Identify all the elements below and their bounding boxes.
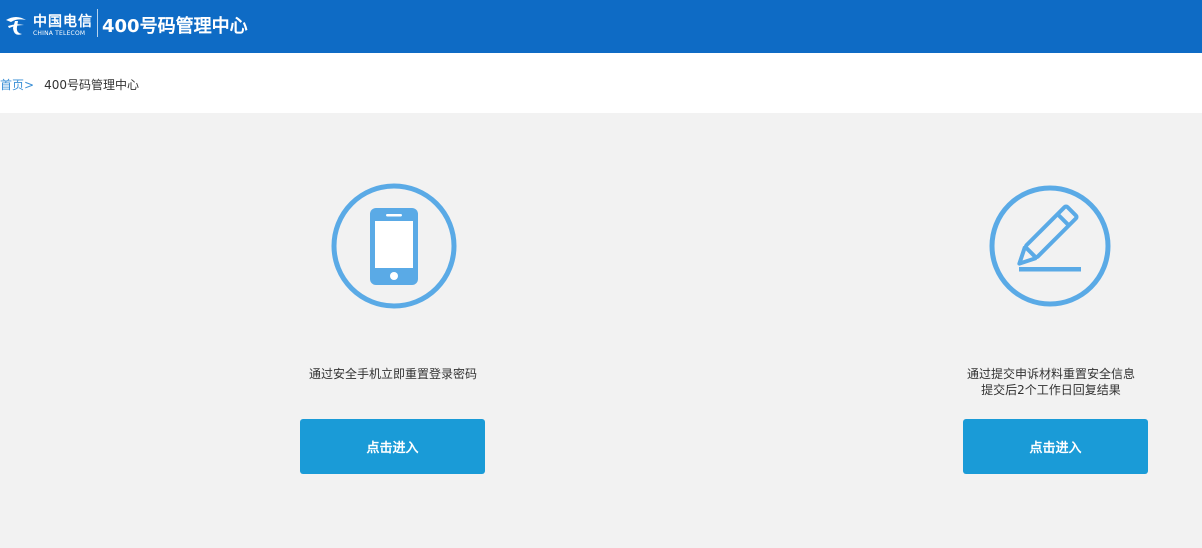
china-telecom-logo-icon	[6, 17, 26, 35]
breadcrumb: 首页> 400号码管理中心	[0, 76, 139, 93]
option-appeal-enter-button[interactable]: 点击进入	[963, 419, 1148, 474]
app-title: 400号码管理中心	[102, 16, 248, 37]
breadcrumb-home-link[interactable]: 首页	[0, 78, 24, 92]
pencil-edit-icon	[989, 185, 1111, 307]
header-divider	[97, 9, 98, 37]
logo-chinese-name: 中国电信	[33, 14, 93, 30]
option-appeal-desc-line1: 通过提交申诉材料重置安全信息	[966, 367, 1135, 381]
breadcrumb-current: 400号码管理中心	[44, 78, 139, 92]
logo-text: 中国电信 CHINA TELECOM	[33, 15, 93, 37]
option-appeal-description: 通过提交申诉材料重置安全信息 提交后2个工作日回复结果	[921, 366, 1181, 398]
option-phone-enter-button[interactable]: 点击进入	[300, 419, 485, 474]
option-appeal-desc-line2: 提交后2个工作日回复结果	[981, 383, 1121, 397]
logo-english-name: CHINA TELECOM	[33, 30, 86, 37]
option-phone-description: 通过安全手机立即重置登录密码	[263, 366, 523, 382]
main-content: 通过安全手机立即重置登录密码 点击进入 通过提交申诉材料重置安全信息 提交后2个…	[0, 113, 1202, 548]
breadcrumb-separator: >	[24, 78, 35, 92]
smartphone-icon	[331, 183, 457, 309]
china-telecom-logo[interactable]: 中国电信 CHINA TELECOM	[3, 9, 93, 43]
top-bar: 中国电信 CHINA TELECOM 400号码管理中心	[0, 0, 1202, 53]
breadcrumb-bar: 首页> 400号码管理中心	[0, 53, 1202, 113]
option-phone-desc-line1: 通过安全手机立即重置登录密码	[308, 367, 477, 381]
